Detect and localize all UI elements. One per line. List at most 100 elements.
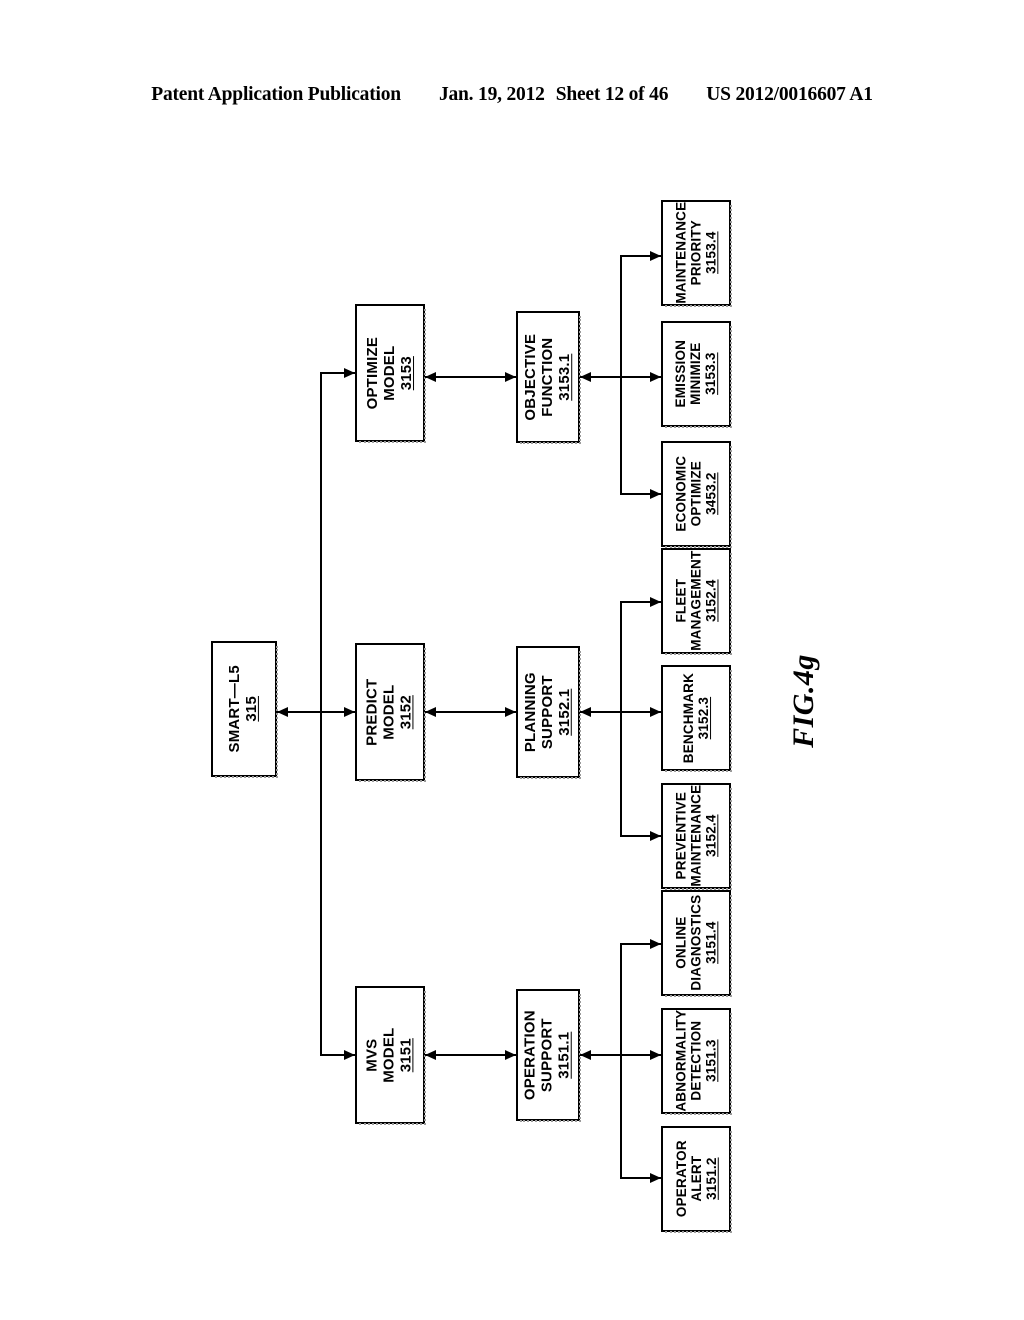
node-emission-minimize-ref: 3153.3 <box>703 352 719 396</box>
node-maintenance-priority[interactable]: MAINTENANCE PRIORITY 3153.4 <box>661 200 732 307</box>
node-smart-l5[interactable]: SMART—L5 315 <box>211 641 278 778</box>
node-predict-model-line2: MODEL <box>380 684 398 740</box>
node-smart-l5-ref: 315 <box>243 696 260 722</box>
figure-4g-diagram: SMART—L5 315 OPTIMIZE MODEL 3153 PREDICT… <box>0 0 1024 1320</box>
node-fleet-management-text: FLEET MANAGEMENT 3152.4 <box>673 551 718 651</box>
node-planning-support-line1: PLANNING <box>521 672 539 752</box>
node-optimize-model-ref: 3153 <box>397 355 415 391</box>
arrowhead-branch-to-operation-support <box>580 1050 591 1060</box>
node-online-diagnostics[interactable]: ONLINE DIAGNOSTICS 3151.4 <box>661 890 732 997</box>
node-fleet-management-line1: FLEET <box>673 579 689 623</box>
node-benchmark-ref: 3152.3 <box>696 696 712 740</box>
node-mvs-model-line2: MODEL <box>380 1027 398 1083</box>
node-optimize-model-text: OPTIMIZE MODEL 3153 <box>363 336 415 410</box>
node-objective-function[interactable]: OBJECTIVE FUNCTION 3153.1 <box>516 311 581 444</box>
node-emission-minimize[interactable]: EMISSION MINIMIZE 3153.3 <box>661 321 732 428</box>
node-predict-model-ref: 3152 <box>397 694 415 730</box>
node-planning-support-ref: 3152.1 <box>555 688 573 736</box>
node-maintenance-priority-line1: MAINTENANCE <box>673 202 689 304</box>
node-maintenance-priority-line2: PRIORITY <box>688 220 704 286</box>
node-preventive-maintenance-line2: MAINTENANCE <box>688 785 704 887</box>
node-predict-model[interactable]: PREDICT MODEL 3152 <box>355 643 426 782</box>
node-operator-alert-line2: ALERT <box>688 1156 704 1202</box>
arrowhead-branch-to-objective-function <box>580 372 591 382</box>
arrowhead-to-preventive-maintenance <box>650 831 661 841</box>
arrowhead-planning-to-predict <box>425 707 436 717</box>
node-objective-function-text: OBJECTIVE FUNCTION 3153.1 <box>521 333 573 421</box>
arrowhead-to-operator-alert <box>650 1173 661 1183</box>
node-planning-support-text: PLANNING SUPPORT 3152.1 <box>521 672 573 752</box>
node-benchmark-text: BENCHMARK 3152.3 <box>681 673 711 763</box>
arrowhead-to-fleet-management <box>650 597 661 607</box>
node-maintenance-priority-text: MAINTENANCE PRIORITY 3153.4 <box>673 202 718 304</box>
arrowhead-to-benchmark <box>650 707 661 717</box>
node-emission-minimize-text: EMISSION MINIMIZE 3153.3 <box>673 340 718 408</box>
node-optimize-model[interactable]: OPTIMIZE MODEL 3153 <box>355 304 426 443</box>
arrowhead-to-economic-optimize <box>650 489 661 499</box>
arrowhead-predict-to-planning <box>505 707 516 717</box>
connector-mvs-model-to-operation-support <box>425 1054 516 1056</box>
node-benchmark[interactable]: BENCHMARK 3152.3 <box>661 665 732 772</box>
node-benchmark-line1: BENCHMARK <box>680 672 696 764</box>
arrowhead-branch-to-planning-support <box>580 707 591 717</box>
node-mvs-model-text: MVS MODEL 3151 <box>363 1027 415 1083</box>
arrowhead-to-maintenance-priority <box>650 251 661 261</box>
connector-predict-model-to-planning-support <box>425 711 516 713</box>
arrowhead-operation-to-mvs <box>425 1050 436 1060</box>
node-preventive-maintenance-ref: 3152.4 <box>703 814 719 858</box>
arrowhead-to-emission-minimize <box>650 372 661 382</box>
node-economic-optimize[interactable]: ECONOMIC OPTIMIZE 3453.2 <box>661 441 732 548</box>
node-preventive-maintenance[interactable]: PREVENTIVE MAINTENANCE 3152.4 <box>661 783 732 890</box>
arrowhead-smart-l5-to-predict <box>344 707 355 717</box>
node-operator-alert[interactable]: OPERATOR ALERT 3151.2 <box>661 1126 732 1233</box>
node-emission-minimize-line2: MINIMIZE <box>688 342 704 406</box>
node-operator-alert-text: OPERATOR ALERT 3151.2 <box>673 1141 718 1218</box>
node-emission-minimize-line1: EMISSION <box>673 340 689 408</box>
arrowhead-objective-to-optimize <box>425 372 436 382</box>
node-economic-optimize-line2: OPTIMIZE <box>688 461 704 527</box>
node-operator-alert-ref: 3151.2 <box>703 1157 719 1201</box>
node-abnormality-detection-line2: DETECTION <box>688 1021 704 1101</box>
figure-caption-text: FIG.4g <box>786 654 820 748</box>
arrowhead-to-abnormality-detection <box>650 1050 661 1060</box>
node-abnormality-detection-text: ABNORMALITY DETECTION 3151.3 <box>673 1010 718 1112</box>
node-optimize-model-line2: MODEL <box>380 345 398 401</box>
connector-optimize-model-to-objective-function <box>425 376 516 378</box>
node-online-diagnostics-ref: 3151.4 <box>703 921 719 965</box>
node-preventive-maintenance-text: PREVENTIVE MAINTENANCE 3152.4 <box>673 785 718 887</box>
node-operation-support-text: OPERATION SUPPORT 3151.1 <box>521 1010 573 1100</box>
node-objective-function-line2: FUNCTION <box>538 337 556 417</box>
node-planning-support-line2: SUPPORT <box>538 675 556 749</box>
node-abnormality-detection[interactable]: ABNORMALITY DETECTION 3151.3 <box>661 1008 732 1115</box>
node-operator-alert-line1: OPERATOR <box>673 1140 689 1218</box>
node-operation-support[interactable]: OPERATION SUPPORT 3151.1 <box>516 989 581 1122</box>
node-mvs-model-ref: 3151 <box>397 1037 415 1073</box>
node-planning-support[interactable]: PLANNING SUPPORT 3152.1 <box>516 646 581 779</box>
arrowhead-bus-to-optimize-model <box>344 368 355 378</box>
node-online-diagnostics-text: ONLINE DIAGNOSTICS 3151.4 <box>673 895 718 991</box>
node-mvs-model[interactable]: MVS MODEL 3151 <box>355 986 426 1125</box>
connector-objective-branch-bus-vertical <box>620 255 622 495</box>
node-objective-function-line1: OBJECTIVE <box>521 333 539 421</box>
node-mvs-model-line1: MVS <box>363 1038 381 1072</box>
node-maintenance-priority-ref: 3153.4 <box>703 231 719 275</box>
node-economic-optimize-text: ECONOMIC OPTIMIZE 3453.2 <box>673 456 718 532</box>
node-online-diagnostics-line1: ONLINE <box>673 916 689 970</box>
node-smart-l5-line1: SMART—L5 <box>226 665 244 753</box>
connector-operation-branch-bus-vertical <box>620 943 622 1179</box>
node-fleet-management[interactable]: FLEET MANAGEMENT 3152.4 <box>661 548 732 655</box>
arrowhead-to-online-diagnostics <box>650 939 661 949</box>
node-abnormality-detection-line1: ABNORMALITY <box>673 1010 689 1112</box>
arrowhead-mvs-to-operation <box>505 1050 516 1060</box>
node-operation-support-line1: OPERATION <box>521 1010 539 1100</box>
node-smart-l5-text: SMART—L5 315 <box>226 665 261 753</box>
node-predict-model-line1: PREDICT <box>363 678 381 746</box>
figure-caption: FIG.4g <box>744 636 864 766</box>
node-online-diagnostics-line2: DIAGNOSTICS <box>688 895 704 991</box>
node-fleet-management-ref: 3152.4 <box>703 579 719 623</box>
node-fleet-management-line2: MANAGEMENT <box>688 550 704 652</box>
node-optimize-model-line1: OPTIMIZE <box>363 336 381 410</box>
node-economic-optimize-ref: 3453.2 <box>703 472 719 516</box>
arrowhead-optimize-to-objective <box>505 372 516 382</box>
connector-planning-branch-bus-vertical <box>620 601 622 837</box>
